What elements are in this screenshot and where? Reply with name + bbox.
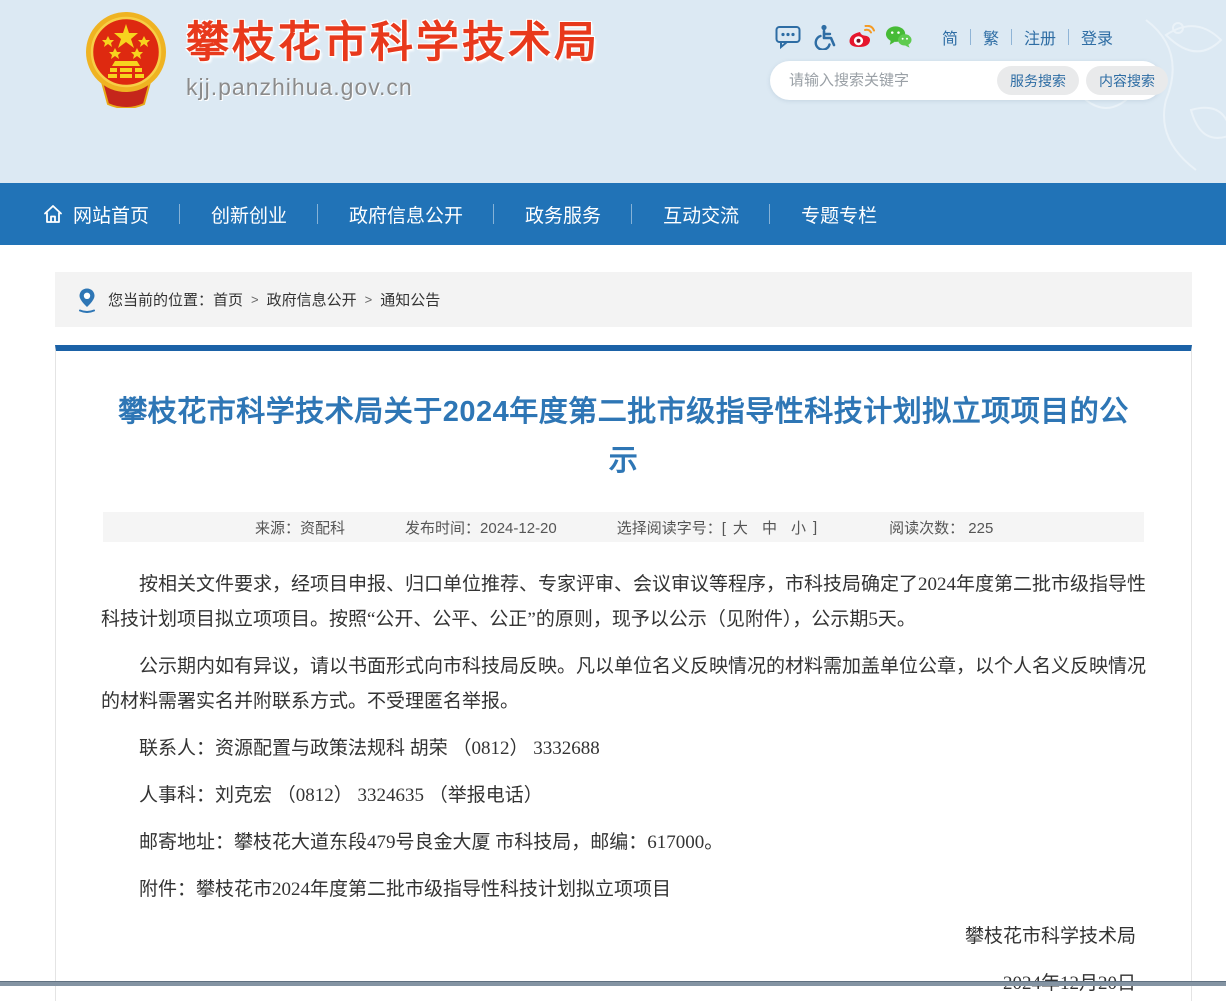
font-size-small[interactable]: 小 [791,517,806,538]
breadcrumb-notices[interactable]: 通知公告 [380,289,440,310]
breadcrumb-separator: > [251,292,259,307]
mailing-address-line: 邮寄地址：攀枝花大道东段479号良金大厦 市科技局，邮编：617000。 [101,825,1146,860]
nav-item-label: 互动交流 [663,201,739,228]
message-icon[interactable] [774,24,801,51]
nav-item-home[interactable]: 网站首页 [26,199,180,229]
header-quick-bar: 简 繁 注册 登录 [774,22,1125,52]
meta-view-count: 阅读次数： 225 [889,517,993,538]
article-paragraph-1: 按相关文件要求，经项目申报、归口单位推荐、专家评审、会议审议等程序，市科技局确定… [101,567,1146,637]
contact-person-line: 联系人：资源配置与政策法规科 胡荣 （0812） 3332688 [101,731,1146,766]
article-card: 攀枝花市科学技术局关于2024年度第二批市级指导性科技计划拟立项项目的公示 来源… [55,345,1192,1001]
weibo-icon[interactable] [848,24,875,51]
header-links: 简 繁 注册 登录 [930,25,1125,49]
home-icon [42,203,64,225]
main-nav: 网站首页 创新创业 政府信息公开 政务服务 互动交流 专题专栏 [0,183,1226,245]
font-size-label: 选择阅读字号：[ [617,517,726,538]
nav-item-label: 专题专栏 [801,201,877,228]
nav-item-interaction[interactable]: 互动交流 [632,199,770,229]
nav-item-label: 政务服务 [525,201,601,228]
breadcrumb-home[interactable]: 首页 [213,289,243,310]
nav-item-label: 政府信息公开 [349,201,463,228]
link-simplified-chinese[interactable]: 简 [930,25,970,49]
login-link[interactable]: 登录 [1069,25,1125,49]
service-search-button[interactable]: 服务搜索 [997,66,1079,95]
article-title: 攀枝花市科学技术局关于2024年度第二批市级指导性科技计划拟立项项目的公示 [104,388,1143,485]
site-name: 攀枝花市科学技术局 [186,20,600,67]
link-traditional-chinese[interactable]: 繁 [971,25,1011,49]
site-url: kjj.panzhihua.gov.cn [186,74,600,101]
site-header: 攀枝花市科学技术局 kjj.panzhihua.gov.cn 简 繁 注册 登录… [0,0,1226,183]
breadcrumb-separator: > [365,292,373,307]
search-input[interactable] [787,71,990,90]
font-size-label-close: ] [813,519,817,536]
nav-item-innovation[interactable]: 创新创业 [180,199,318,229]
footer-divider [0,981,1226,986]
meta-source: 来源：资配科 [255,517,345,538]
breadcrumb: 您当前的位置： 首页 > 政府信息公开 > 通知公告 [55,272,1192,327]
nav-item-label: 创新创业 [211,201,287,228]
breadcrumb-gov-info[interactable]: 政府信息公开 [267,289,357,310]
nav-item-gov-services[interactable]: 政务服务 [494,199,632,229]
nav-item-gov-info[interactable]: 政府信息公开 [318,199,494,229]
breadcrumb-prefix: 您当前的位置： [108,289,213,310]
font-size-selector: 选择阅读字号：[ 大 中 小 ] [617,517,817,538]
wechat-icon[interactable] [885,24,912,51]
content-search-button[interactable]: 内容搜索 [1086,66,1168,95]
article-meta-bar: 来源：资配科 发布时间：2024-12-20 选择阅读字号：[ 大 中 小 ] … [103,512,1144,542]
signature-org: 攀枝花市科学技术局 [101,919,1146,954]
font-size-large[interactable]: 大 [733,517,748,538]
national-emblem-logo[interactable] [84,10,168,108]
search-bar: 服务搜索 内容搜索 [770,61,1162,100]
hr-department-line: 人事科：刘克宏 （0812） 3324635 （举报电话） [101,778,1146,813]
location-pin-icon [76,287,98,313]
register-link[interactable]: 注册 [1012,25,1068,49]
meta-publish-date: 发布时间：2024-12-20 [405,517,557,538]
font-size-medium[interactable]: 中 [762,517,777,538]
nav-item-special-topics[interactable]: 专题专栏 [770,199,908,229]
article-body: 按相关文件要求，经项目申报、归口单位推荐、专家评审、会议审议等程序，市科技局确定… [101,567,1146,1001]
attachment-link[interactable]: 附件：攀枝花市2024年度第二批市级指导性科技计划拟立项项目 [101,872,1146,907]
site-identity: 攀枝花市科学技术局 kjj.panzhihua.gov.cn [186,20,600,101]
nav-item-label: 网站首页 [73,201,149,228]
accessibility-icon[interactable] [811,24,838,51]
article-paragraph-2: 公示期内如有异议，请以书面形式向市科技局反映。凡以单位名义反映情况的材料需加盖单… [101,649,1146,719]
